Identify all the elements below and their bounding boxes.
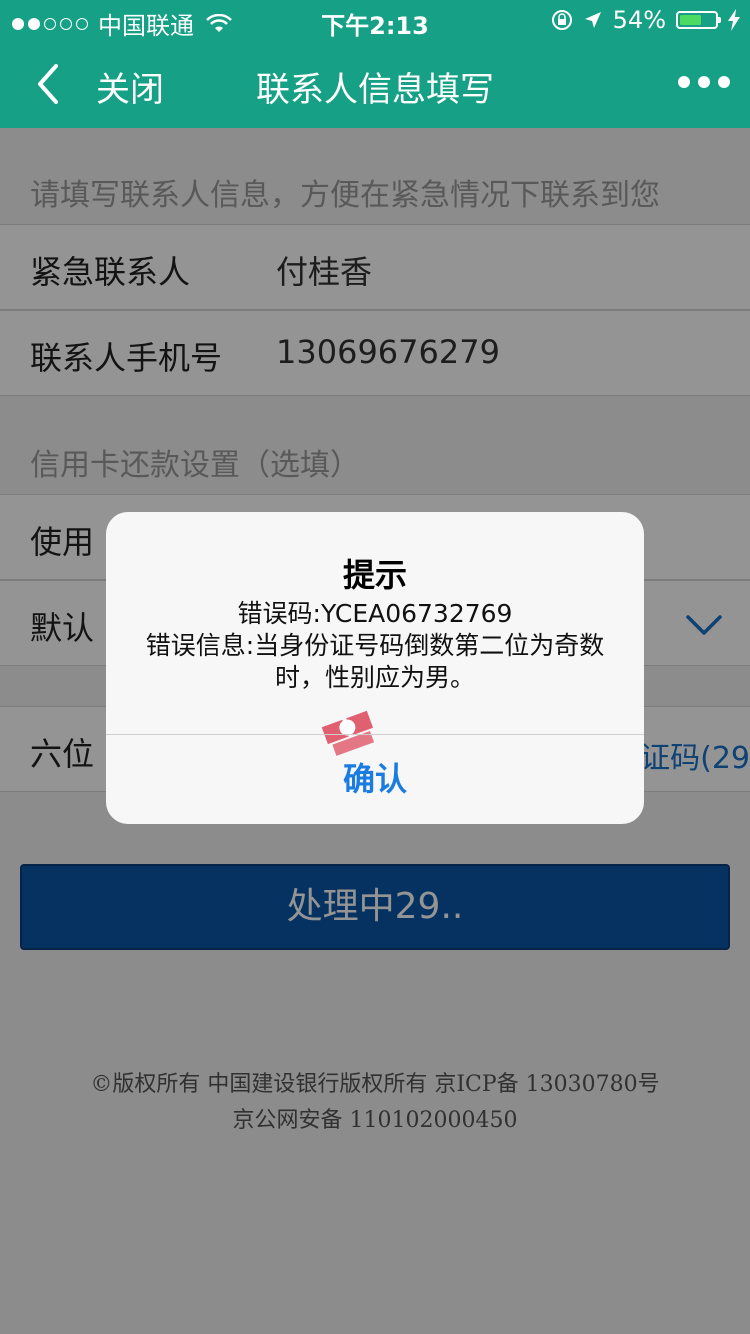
status-bar: 中国联通 下午2:13 54% <box>0 0 750 40</box>
confirm-button[interactable]: 确认 <box>106 734 644 824</box>
rotation-lock-icon <box>551 10 572 30</box>
error-message: 错误信息:当身份证号码倒数第二位为奇数时，性别应为男。 <box>145 631 605 692</box>
more-icon[interactable] <box>678 76 730 88</box>
dialog-message: 错误码:YCEA06732769 错误信息:当身份证号码倒数第二位为奇数时，性别… <box>136 598 614 694</box>
battery-percent: 54% <box>612 6 666 34</box>
dialog-title: 提示 <box>342 556 407 594</box>
error-code: 错误码:YCEA06732769 <box>237 599 513 628</box>
location-arrow-icon <box>584 12 601 28</box>
nav-bar: 关闭 联系人信息填写 <box>0 40 750 128</box>
charging-icon <box>728 9 740 31</box>
battery-icon <box>676 11 721 29</box>
page-title: 联系人信息填写 <box>256 70 494 110</box>
alert-dialog: 提示 错误码:YCEA06732769 错误信息:当身份证号码倒数第二位为奇数时… <box>106 512 644 824</box>
